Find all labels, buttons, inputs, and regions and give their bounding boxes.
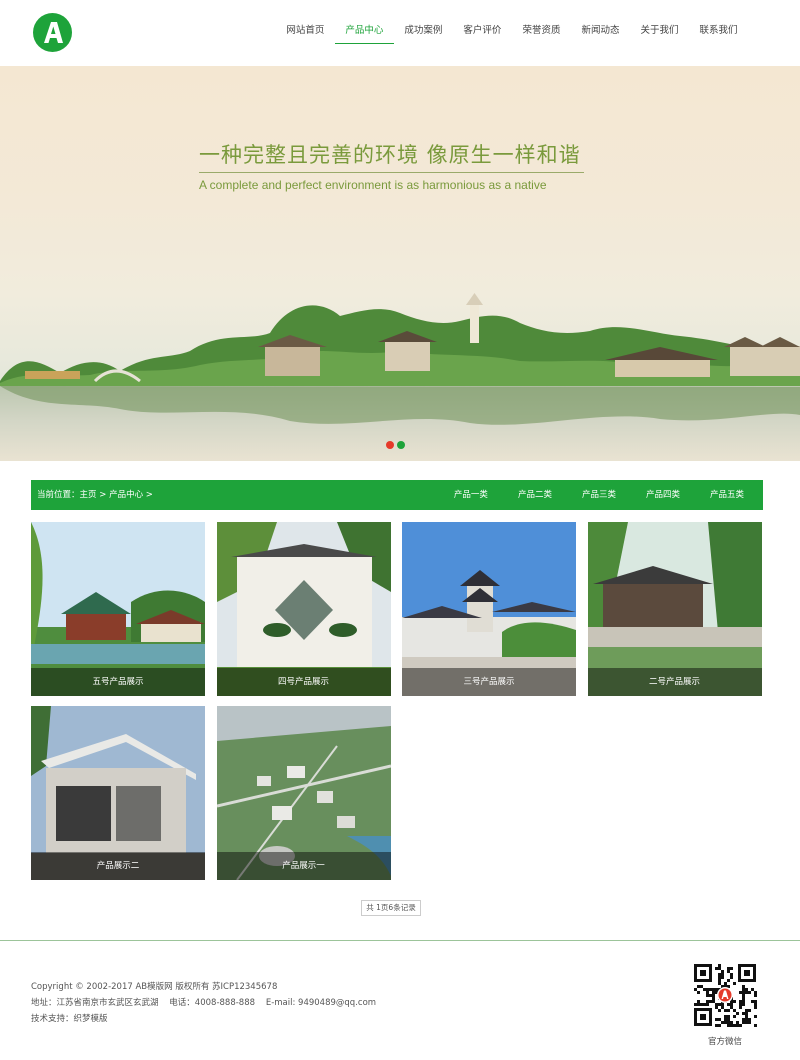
- logo-letter-icon: [43, 21, 63, 43]
- product-card[interactable]: 五号产品展示: [31, 522, 205, 696]
- breadcrumb-separator: >: [96, 490, 110, 500]
- product-title: 产品展示二: [31, 852, 205, 880]
- product-card[interactable]: 三号产品展示: [402, 522, 576, 696]
- lake-landscape-image: [0, 293, 800, 461]
- breadcrumb: 当前位置：主页 > 产品中心 >: [37, 480, 153, 510]
- qr-label: 官方微信: [707, 1037, 742, 1047]
- category-link-3[interactable]: 产品三类: [563, 480, 627, 510]
- nav-item-6[interactable]: 新闻动态: [571, 0, 630, 66]
- banner-subline: A complete and perfect environment is as…: [199, 178, 547, 192]
- hero-banner: 一种完整且完善的环境 像原生一样和谐 A complete and perfec…: [0, 66, 800, 461]
- footer-support: 技术支持：织梦模版: [31, 1014, 108, 1024]
- product-card[interactable]: 四号产品展示: [216, 522, 391, 696]
- breadcrumb-current-link[interactable]: 产品中心: [109, 490, 143, 500]
- product-title: 五号产品展示: [31, 668, 205, 696]
- nav-item-4[interactable]: 客户评价: [453, 0, 512, 66]
- site-logo[interactable]: [33, 13, 72, 52]
- banner-divider: [199, 172, 584, 173]
- category-link-1[interactable]: 产品一类: [435, 480, 499, 510]
- slider-dots: [386, 441, 405, 449]
- nav-item-2[interactable]: 产品中心: [334, 0, 394, 66]
- breadcrumb-trailing-separator: >: [143, 490, 153, 500]
- site-footer: Copyright © 2002-2017 AB模版网 版权所有 苏ICP123…: [0, 940, 800, 1060]
- category-link-4[interactable]: 产品四类: [627, 480, 691, 510]
- site-header: 网站首页 产品中心 成功案例 客户评价 荣誉资质 新闻动态 关于我们 联系我们: [0, 0, 800, 66]
- nav-item-5[interactable]: 荣誉资质: [512, 0, 571, 66]
- footer-address: 地址：江苏省南京市玄武区玄武湖 电话：4008-888-888 E-mail: …: [31, 998, 377, 1008]
- category-link-5[interactable]: 产品五类: [691, 480, 755, 510]
- product-title: 二号产品展示: [587, 668, 762, 696]
- category-link-2[interactable]: 产品二类: [499, 480, 563, 510]
- category-bar: 当前位置：主页 > 产品中心 > 产品一类 产品二类 产品三类 产品四类 产品五类: [31, 480, 763, 510]
- wechat-qr-code: [692, 962, 758, 1028]
- nav-item-8[interactable]: 联系我们: [689, 0, 748, 66]
- product-title: 三号产品展示: [402, 668, 576, 696]
- product-card[interactable]: 产品展示一: [216, 706, 391, 880]
- footer-info: Copyright © 2002-2017 AB模版网 版权所有 苏ICP123…: [31, 979, 376, 1027]
- slider-dot-1[interactable]: [386, 441, 394, 449]
- product-card[interactable]: 二号产品展示: [587, 522, 762, 696]
- product-title: 产品展示一: [216, 852, 391, 880]
- product-title: 四号产品展示: [216, 668, 391, 696]
- breadcrumb-home-link[interactable]: 主页: [80, 490, 97, 500]
- main-nav: 网站首页 产品中心 成功案例 客户评价 荣誉资质 新闻动态 关于我们 联系我们: [276, 0, 748, 66]
- product-card[interactable]: 产品展示二: [31, 706, 205, 880]
- footer-copyright: Copyright © 2002-2017 AB模版网 版权所有 苏ICP123…: [31, 982, 278, 992]
- slider-dot-2[interactable]: [397, 441, 405, 449]
- nav-item-3[interactable]: 成功案例: [394, 0, 453, 66]
- breadcrumb-prefix: 当前位置：: [37, 490, 80, 500]
- category-links: 产品一类 产品二类 产品三类 产品四类 产品五类: [435, 480, 755, 510]
- banner-headline: 一种完整且完善的环境 像原生一样和谐: [199, 143, 581, 167]
- nav-item-1[interactable]: 网站首页: [276, 0, 335, 66]
- nav-item-7[interactable]: 关于我们: [630, 0, 689, 66]
- pagination-info: 共 1页6条记录: [361, 900, 421, 916]
